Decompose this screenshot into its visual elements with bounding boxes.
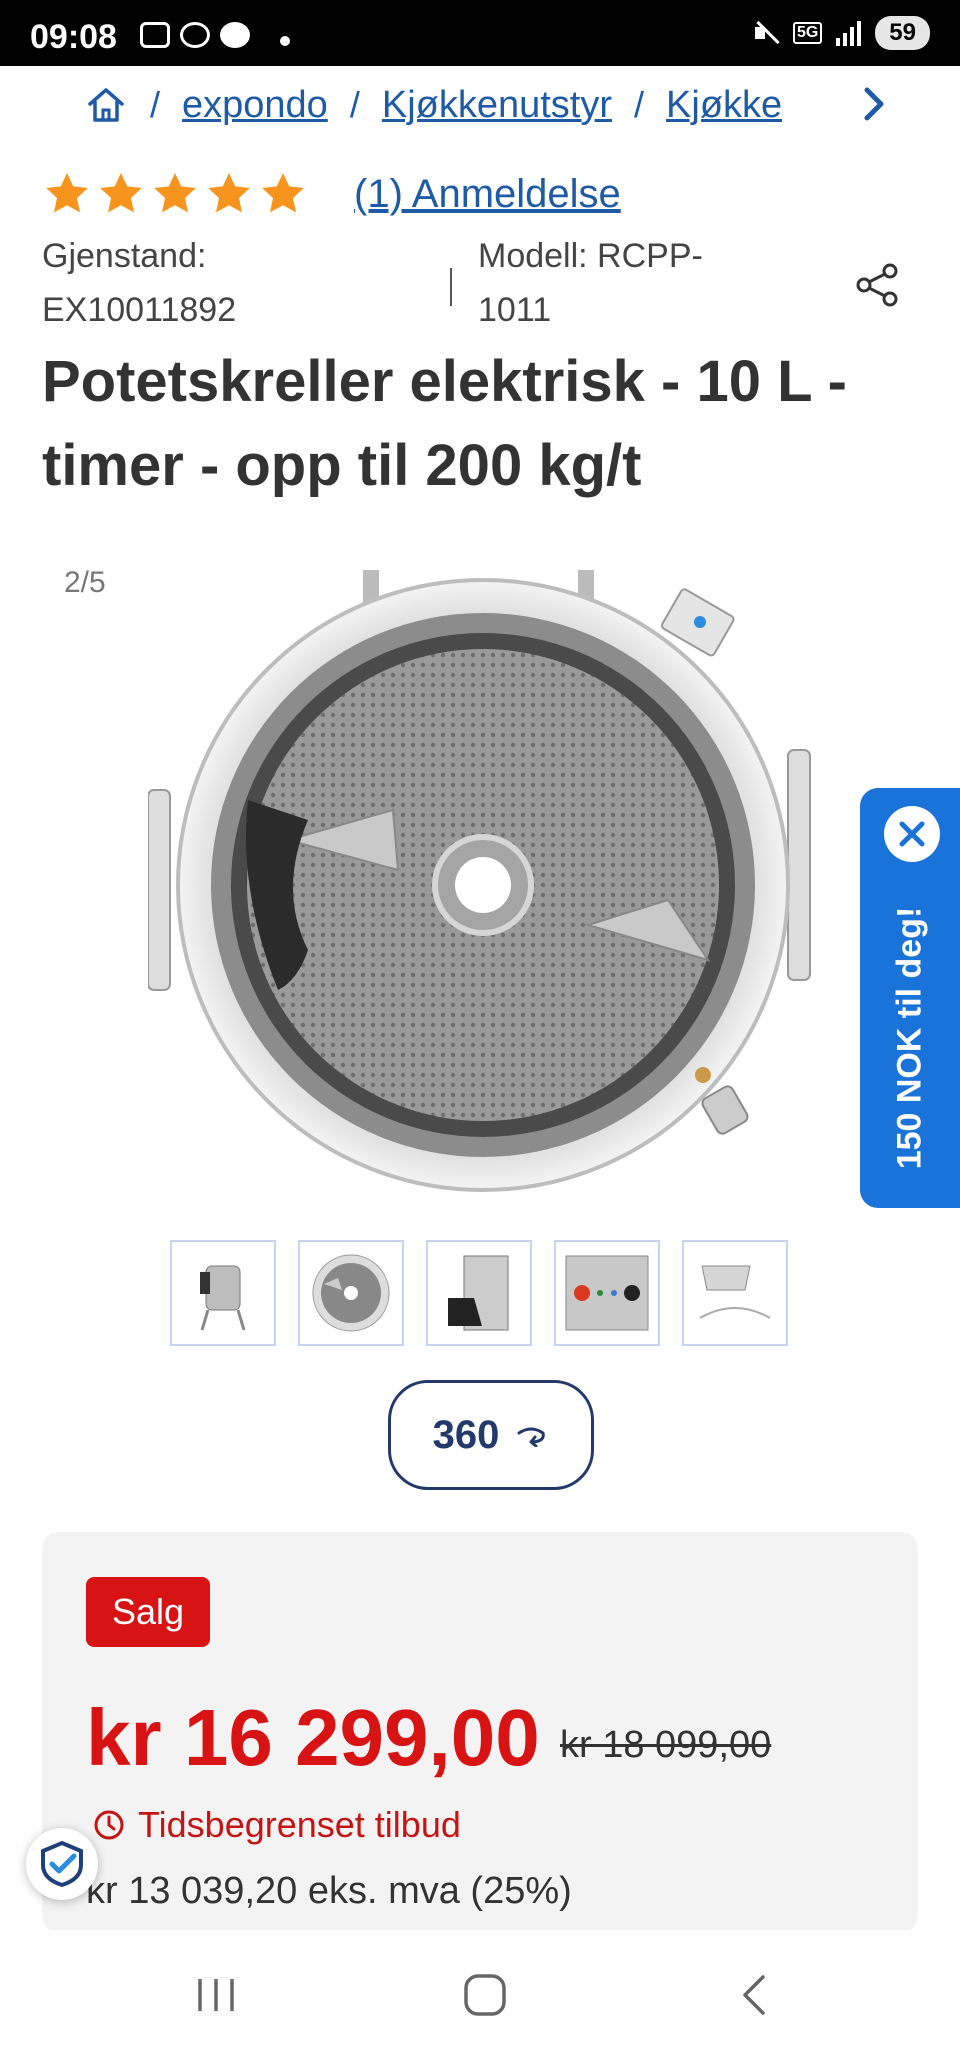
more-notifications-dot	[280, 36, 290, 46]
home-icon[interactable]	[84, 85, 128, 125]
breadcrumb-kitchen-equipment[interactable]: Kjøkkenutstyr	[382, 84, 612, 127]
trusted-shop-badge-icon[interactable]	[26, 1828, 98, 1900]
mute-icon	[753, 19, 779, 47]
breadcrumb-separator: /	[150, 84, 161, 125]
thumbnail-control-panel[interactable]	[554, 1240, 660, 1346]
home-button-icon[interactable]	[455, 1970, 515, 2020]
view-360-button[interactable]: 360	[388, 1380, 594, 1490]
reviews-link[interactable]: (1) Anmeldelse	[354, 172, 621, 217]
product-rating: (1) Anmeldelse	[42, 170, 621, 218]
breadcrumb-separator: /	[349, 84, 360, 125]
product-image[interactable]	[147, 570, 818, 1200]
gallery-counter: 2/5	[64, 566, 106, 599]
thumbnail-tray-hose[interactable]	[682, 1240, 788, 1346]
chevron-right-icon[interactable]	[854, 84, 894, 124]
system-nav-bar	[0, 1930, 960, 2059]
limited-offer: Tidsbegrenset tilbud	[92, 1804, 461, 1846]
breadcrumb-kitchen-sub[interactable]: Kjøkke	[666, 84, 782, 127]
model-number: 1011	[478, 291, 552, 329]
battery-indicator: 59	[875, 16, 930, 50]
limited-offer-label: Tidsbegrenset tilbud	[138, 1804, 461, 1845]
recent-apps-icon[interactable]	[186, 1970, 246, 2020]
breadcrumb-expondo[interactable]: expondo	[182, 84, 328, 127]
sale-badge: Salg	[86, 1577, 211, 1647]
breadcrumb: / expondo / Kjøkkenutstyr / Kjøkke	[0, 70, 960, 140]
star-icon	[262, 173, 304, 213]
price-ex-vat: kr 13 039,20 eks. mva (25%)	[86, 1870, 572, 1912]
price-card: Salg kr 16 299,00 kr 18 099,00 Tidsbegre…	[42, 1532, 918, 1932]
promo-side-tab[interactable]: 150 NOK til deg!	[860, 788, 960, 1208]
star-icon	[100, 173, 142, 213]
star-icon	[154, 173, 196, 213]
model-label: Modell: RCPP-	[478, 237, 703, 275]
rotate-icon	[517, 1427, 546, 1447]
share-icon[interactable]	[852, 260, 902, 310]
item-number: EX10011892	[42, 291, 237, 329]
thumbnail-peeler-top[interactable]	[298, 1240, 404, 1346]
promo-label: 150 NOK til deg!	[890, 906, 929, 1170]
breadcrumb-separator: /	[634, 84, 645, 125]
back-icon[interactable]	[724, 1970, 784, 2020]
product-title: Potetskreller elektrisk - 10 L - timer -…	[42, 349, 847, 498]
star-icon	[46, 173, 88, 213]
network-type: 5G	[792, 22, 823, 44]
notification-icons	[140, 22, 250, 48]
meta-divider	[450, 268, 452, 306]
current-price: kr 16 299,00	[86, 1693, 540, 1782]
clock-icon	[94, 1810, 124, 1840]
view-360-label: 360	[432, 1412, 500, 1457]
whatsapp-icon	[180, 22, 210, 48]
messages-icon	[220, 22, 250, 48]
thumbnail-peeler-side[interactable]	[426, 1240, 532, 1346]
signal-icon	[836, 20, 862, 46]
star-rating	[42, 170, 308, 218]
screenshot-icon	[140, 22, 170, 48]
star-icon	[208, 173, 250, 213]
status-bar: 09:08 5G 59	[0, 0, 960, 66]
item-number-label: Gjenstand:	[42, 237, 207, 275]
close-icon[interactable]	[884, 806, 940, 862]
status-time: 09:08	[30, 18, 117, 56]
old-price: kr 18 099,00	[560, 1724, 772, 1766]
thumbnail-peeler-front[interactable]	[170, 1240, 276, 1346]
thumbnail-strip	[170, 1240, 788, 1346]
